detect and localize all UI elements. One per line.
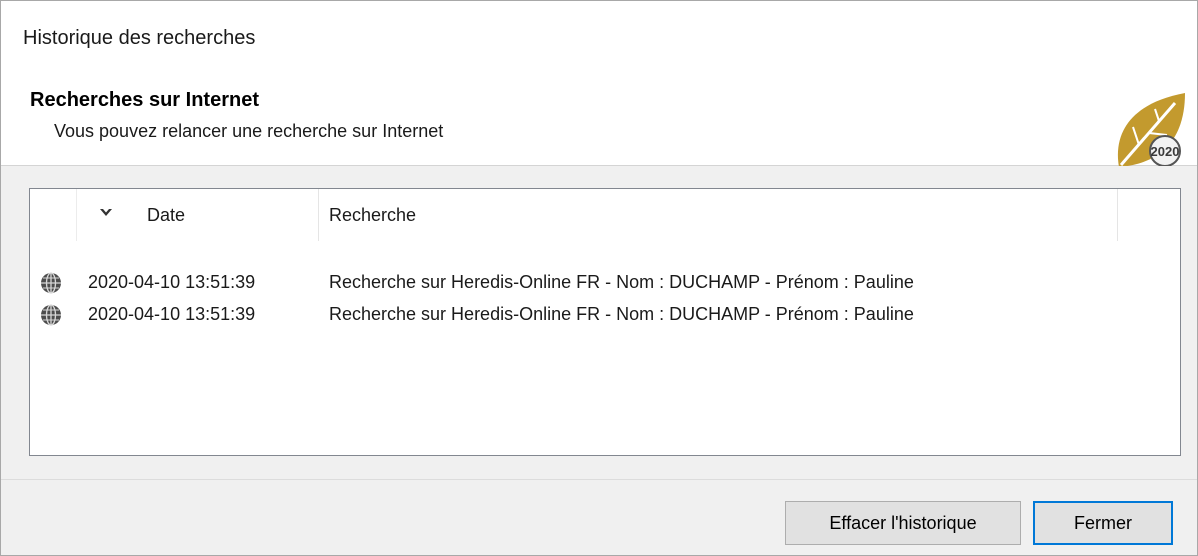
row-date: 2020-04-10 13:51:39 <box>88 272 256 292</box>
globe-icon <box>41 304 61 326</box>
row-date: 2020-04-10 13:51:39 <box>88 304 256 324</box>
button-bar: Effacer l'historique Fermer <box>1 480 1197 555</box>
content-area: Date Recherche 2020-04-10 13:51:39 Reche… <box>1 166 1197 480</box>
globe-icon <box>41 272 61 294</box>
header-panel: Recherches sur Internet Vous pouvez rela… <box>1 79 1197 167</box>
dialog-window: Historique des recherches Recherches sur… <box>0 0 1198 556</box>
header-subtitle: Vous pouvez relancer une recherche sur I… <box>54 121 444 141</box>
column-header-search[interactable]: Recherche <box>319 189 1118 241</box>
list-header: Date Recherche <box>30 189 1180 241</box>
list-item[interactable]: 2020-04-10 13:51:39 Recherche sur Heredi… <box>30 301 1180 333</box>
svg-text:2020: 2020 <box>1151 144 1180 159</box>
title-bar: Historique des recherches <box>1 1 1197 79</box>
search-history-list[interactable]: Date Recherche 2020-04-10 13:51:39 Reche… <box>29 188 1181 456</box>
window-title: Historique des recherches <box>23 27 256 49</box>
row-search: Recherche sur Heredis-Online FR - Nom : … <box>329 272 914 292</box>
close-button[interactable]: Fermer <box>1033 501 1173 545</box>
column-header-date-label: Date <box>147 205 186 225</box>
column-header-icon[interactable] <box>30 189 77 241</box>
heredis-leaf-logo-icon: 2020 <box>1117 93 1185 167</box>
header-title: Recherches sur Internet <box>30 89 259 111</box>
chevron-down-icon <box>100 209 112 216</box>
column-header-search-label: Recherche <box>329 205 417 225</box>
row-search: Recherche sur Heredis-Online FR - Nom : … <box>329 304 914 324</box>
column-header-date[interactable]: Date <box>77 189 319 241</box>
list-item[interactable]: 2020-04-10 13:51:39 Recherche sur Heredi… <box>30 269 1180 301</box>
clear-history-button[interactable]: Effacer l'historique <box>785 501 1021 545</box>
